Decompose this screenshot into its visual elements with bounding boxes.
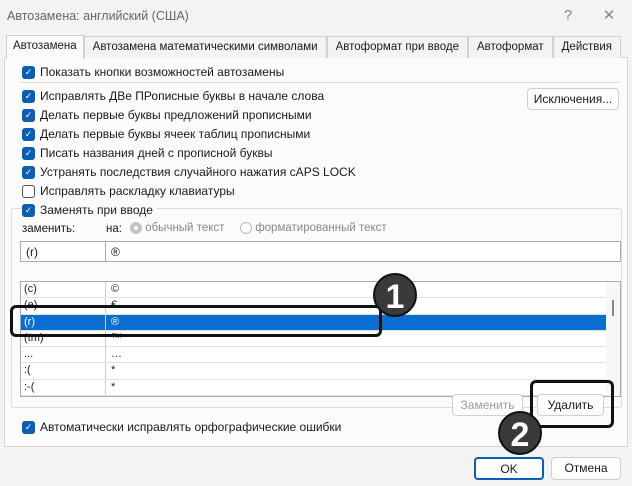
option-label: Устранять последствия случайного нажатия…	[40, 165, 356, 179]
with-input[interactable]: ®	[105, 241, 621, 262]
checkbox-checked-icon: ✓	[22, 203, 35, 217]
option-replace-as-you-type[interactable]: ✓ Заменять при вводе	[22, 203, 156, 217]
option-label: Делать первые буквы ячеек таблиц прописн…	[40, 127, 311, 141]
checkbox-checked-icon: ✓	[22, 146, 35, 160]
with-label: на:	[106, 223, 122, 235]
option-two-initial-caps[interactable]: ✓ Исправлять ДВе ПРописные буквы в начале…	[22, 89, 324, 103]
annotation-step-2: 2	[498, 411, 542, 455]
entry-key: ...	[21, 347, 106, 363]
entry-value: *	[111, 364, 116, 377]
replace-label: заменить:	[22, 223, 76, 235]
entry-value: …	[111, 348, 122, 361]
tab-bar: Автозамена Автозамена математическими си…	[6, 35, 622, 59]
option-label: Заменять при вводе	[40, 203, 153, 217]
tab-autoformat[interactable]: Автоформат	[468, 36, 553, 58]
radio-label: форматированный текст	[255, 222, 387, 235]
checkbox-checked-icon: ✓	[22, 420, 35, 434]
radio-plain-text[interactable]: обычный текст	[130, 222, 224, 234]
radio-formatted-text[interactable]: форматированный текст	[240, 222, 387, 234]
radio-selected-icon	[130, 222, 142, 234]
checkbox-checked-icon: ✓	[22, 65, 35, 79]
scrollbar[interactable]	[606, 282, 620, 396]
option-label: Автоматически исправлять орфографические…	[40, 420, 342, 434]
option-caps-lock[interactable]: ✓ Устранять последствия случайного нажати…	[22, 165, 356, 179]
list-row[interactable]: :( *	[21, 363, 620, 380]
tab-math-autocorrect[interactable]: Автозамена математическими символами	[83, 36, 327, 58]
replace-input[interactable]: (r)	[20, 241, 106, 262]
tab-autoformat-as-you-type[interactable]: Автоформат при вводе	[326, 36, 468, 58]
option-capitalize-sentences[interactable]: ✓ Делать первые буквы предложений прописн…	[22, 108, 312, 122]
help-button[interactable]: ?	[556, 4, 580, 28]
radio-label: обычный текст	[145, 222, 225, 235]
autocorrect-list[interactable]: (c) © (e) € (r) ® (tm) ™...…:(*:-(*	[20, 281, 621, 397]
close-button[interactable]: ✕	[597, 4, 621, 28]
cancel-button[interactable]: Отмена	[551, 457, 621, 480]
entry-key: :-(	[21, 379, 106, 396]
tab-actions[interactable]: Действия	[552, 36, 622, 58]
entry-value: ©	[111, 283, 120, 295]
radio-unselected-icon	[240, 222, 252, 234]
list-row[interactable]: (c) ©	[21, 282, 620, 299]
option-capitalize-table-cells[interactable]: ✓ Делать первые буквы ячеек таблиц пропис…	[22, 127, 310, 141]
option-capitalize-days[interactable]: ✓ Писать названия дней с прописной буквы	[22, 146, 272, 160]
ok-button[interactable]: OK	[474, 457, 544, 480]
option-label: Показать кнопки возможностей автозамены	[40, 65, 285, 79]
scrollbar-thumb[interactable]	[612, 300, 614, 316]
entry-key: :(	[21, 363, 106, 379]
checkbox-unchecked-icon	[22, 184, 35, 198]
option-label: Писать названия дней с прописной буквы	[40, 146, 273, 160]
option-keyboard-layout[interactable]: Исправлять раскладку клавиатуры	[22, 184, 235, 198]
list-row[interactable]: ... …	[21, 347, 620, 364]
entry-key: (c)	[21, 282, 106, 298]
tab-autocorrect[interactable]: Автозамена	[6, 35, 84, 59]
option-label: Делать первые буквы предложений прописны…	[40, 108, 312, 122]
annotation-highlight-delete	[530, 380, 614, 428]
window-title: Автозамена: английский (США)	[7, 9, 189, 23]
checkbox-checked-icon: ✓	[22, 108, 35, 122]
checkbox-checked-icon: ✓	[22, 89, 35, 103]
option-label: Исправлять раскладку клавиатуры	[40, 184, 235, 198]
option-auto-spellcheck[interactable]: ✓ Автоматически исправлять орфографически…	[22, 420, 341, 434]
separator	[20, 82, 620, 83]
checkbox-checked-icon: ✓	[22, 165, 35, 179]
exceptions-button[interactable]: Исключения...	[527, 88, 619, 110]
option-label: Исправлять ДВе ПРописные буквы в начале …	[40, 89, 325, 103]
annotation-highlight-row	[10, 305, 382, 337]
annotation-step-1: 1	[373, 273, 417, 317]
option-show-buttons[interactable]: ✓ Показать кнопки возможностей автозамены	[22, 65, 284, 79]
checkbox-checked-icon: ✓	[22, 127, 35, 141]
